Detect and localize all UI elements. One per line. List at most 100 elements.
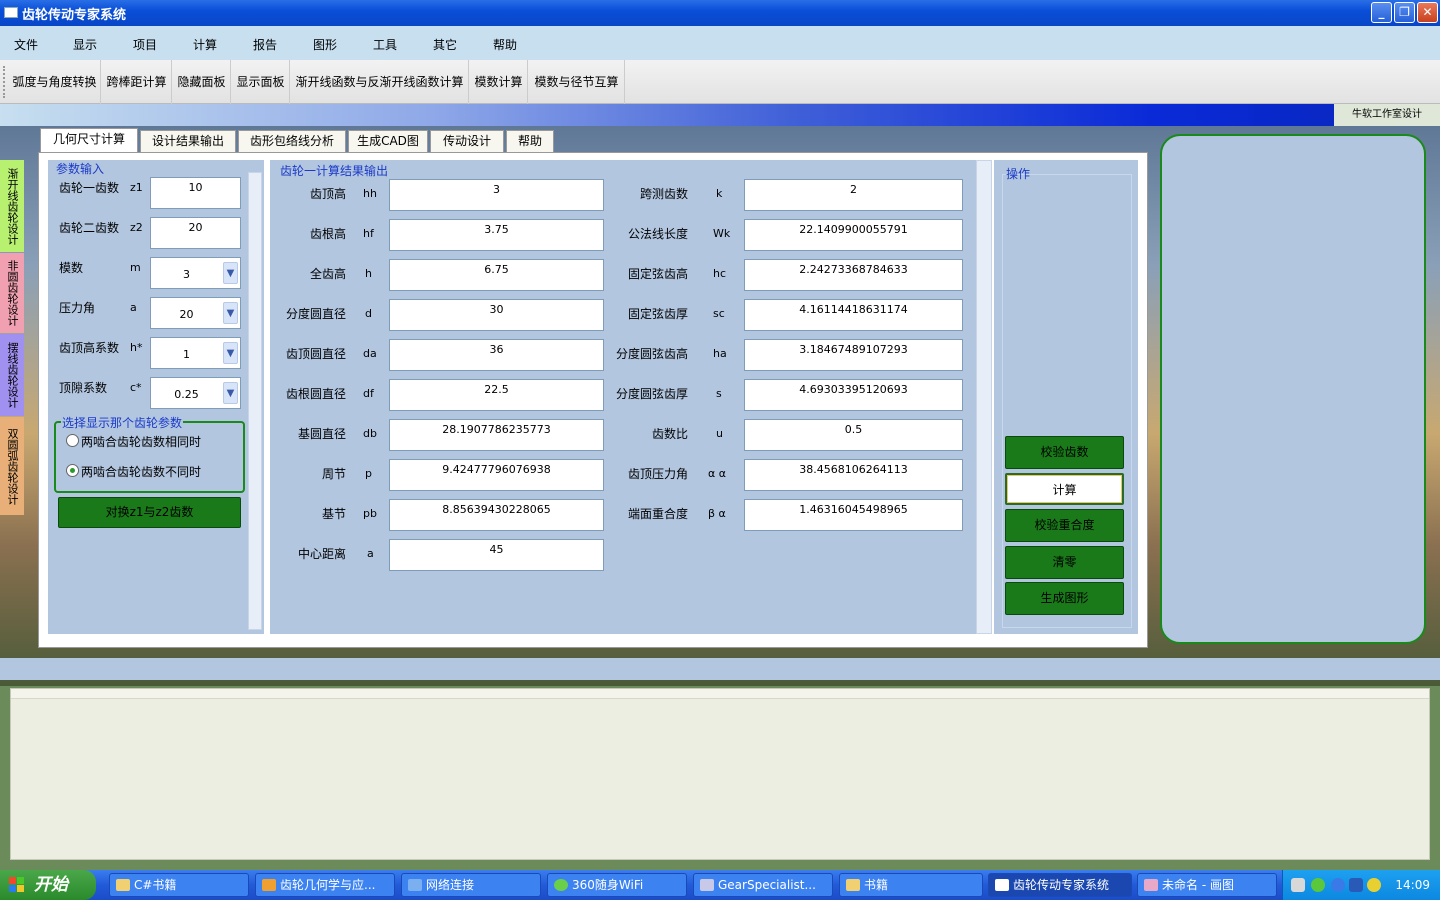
- result-base-tangent-length-field[interactable]: 22.1409900055791: [744, 219, 963, 251]
- result-pitch-diameter-field[interactable]: 30: [389, 299, 604, 331]
- browser-icon: [262, 879, 276, 891]
- result-label: 齿顶圆直径: [286, 347, 347, 361]
- check-contact-ratio-button[interactable]: 校验重合度: [1005, 509, 1124, 542]
- z2-symbol: z2: [130, 221, 143, 234]
- input-panel-scrollbar[interactable]: [248, 172, 262, 630]
- toolbar-grip[interactable]: [3, 66, 6, 98]
- menu-calculate[interactable]: 计算: [193, 36, 217, 53]
- result-tip-diameter-field[interactable]: 36: [389, 339, 604, 371]
- side-tab-cycloid[interactable]: 摆线齿轮设计: [0, 334, 24, 416]
- result-addendum-field[interactable]: 3: [389, 179, 604, 211]
- result-pitch-chordal-thickness-field[interactable]: 4.69303395120693: [744, 379, 963, 411]
- status-strip: [0, 658, 1440, 680]
- start-button[interactable]: 开始: [0, 870, 96, 900]
- module-select[interactable]: 3 ▼: [150, 257, 241, 289]
- pressure-angle-select[interactable]: 20 ▼: [150, 297, 241, 329]
- chevron-down-icon[interactable]: ▼: [223, 342, 238, 364]
- app-icon: [700, 879, 714, 891]
- menu-project[interactable]: 项目: [133, 36, 157, 53]
- chevron-down-icon[interactable]: ▼: [223, 302, 238, 324]
- addendum-coef-select[interactable]: 1 ▼: [150, 337, 241, 369]
- side-tab-noncircular[interactable]: 非圆齿轮设计: [0, 253, 24, 333]
- result-base-diameter-field[interactable]: 28.1907786235773: [389, 419, 604, 451]
- menu-view[interactable]: 显示: [73, 36, 97, 53]
- menu-report[interactable]: 报告: [253, 36, 277, 53]
- clearance-coef-label: 顶隙系数: [59, 381, 108, 395]
- result-circular-pitch-field[interactable]: 9.42477796076938: [389, 459, 604, 491]
- result-gear-ratio-field[interactable]: 0.5: [744, 419, 963, 451]
- network-tray-icon[interactable]: [1349, 878, 1363, 892]
- result-tip-pressure-angle-field[interactable]: 38.4568106264113: [744, 459, 963, 491]
- clearance-coef-select[interactable]: 0.25 ▼: [150, 377, 241, 409]
- clear-button[interactable]: 清零: [1005, 546, 1124, 579]
- side-tab-involute[interactable]: 渐开线齿轮设计: [0, 160, 24, 252]
- gear-display-radio-group: [54, 421, 245, 493]
- window-title: 齿轮传动专家系统: [22, 8, 127, 23]
- toolbar-radian-degree-button[interactable]: 弧度与角度转换: [9, 60, 101, 104]
- minimize-button[interactable]: _: [1371, 2, 1392, 23]
- radio-different-teeth[interactable]: [66, 464, 79, 477]
- result-dedendum-field[interactable]: 3.75: [389, 219, 604, 251]
- task-csharp-books[interactable]: C#书籍: [109, 873, 249, 897]
- tab-help[interactable]: 帮助: [506, 130, 554, 152]
- swap-z1-z2-button[interactable]: 对换z1与z2齿数: [58, 497, 241, 528]
- module-symbol: m: [130, 261, 141, 274]
- menu-file[interactable]: 文件: [14, 36, 38, 53]
- result-center-distance-field[interactable]: 45: [389, 539, 604, 571]
- toolbar-module-calc-button[interactable]: 模数计算: [470, 60, 528, 104]
- z1-input[interactable]: 10: [150, 177, 241, 209]
- paint-icon: [1144, 879, 1158, 891]
- result-root-diameter-field[interactable]: 22.5: [389, 379, 604, 411]
- task-360-wifi[interactable]: 360随身WiFi: [547, 873, 687, 897]
- menu-graphics[interactable]: 图形: [313, 36, 337, 53]
- task-gear-geometry[interactable]: 齿轮几何学与应...: [255, 873, 395, 897]
- task-label: 未命名 - 画图: [1162, 878, 1234, 892]
- menu-other[interactable]: 其它: [433, 36, 457, 53]
- result-contact-ratio-field[interactable]: 1.46316045498965: [744, 499, 963, 531]
- radio-same-teeth-label[interactable]: 两啮合齿轮齿数相同时: [81, 433, 201, 450]
- radio-same-teeth[interactable]: [66, 434, 79, 447]
- network-icon: [408, 879, 422, 891]
- task-gear-expert-system[interactable]: 齿轮传动专家系统: [988, 873, 1132, 897]
- toolbar-show-panel-button[interactable]: 显示面板: [232, 60, 290, 104]
- menu-bar: 文件 显示 项目 计算 报告 图形 工具 其它 帮助: [0, 26, 1440, 60]
- tab-cad-drawing[interactable]: 生成CAD图: [348, 130, 428, 152]
- tab-design-output[interactable]: 设计结果输出: [140, 130, 236, 152]
- arrow-left-icon[interactable]: [1331, 878, 1345, 892]
- result-chordal-thickness-field[interactable]: 4.16114418631174: [744, 299, 963, 331]
- radio-different-teeth-label[interactable]: 两啮合齿轮齿数不同时: [81, 463, 201, 480]
- tab-envelope-analysis[interactable]: 齿形包络线分析: [238, 130, 346, 152]
- tab-geometry[interactable]: 几何尺寸计算: [40, 128, 138, 153]
- toolbar-span-measure-button[interactable]: 跨棒距计算: [102, 60, 172, 104]
- task-books[interactable]: 书籍: [839, 873, 983, 897]
- z2-input[interactable]: 20: [150, 217, 241, 249]
- result-base-pitch-field[interactable]: 8.85639430228065: [389, 499, 604, 531]
- result-chordal-height-field[interactable]: 2.24273368784633: [744, 259, 963, 291]
- task-network[interactable]: 网络连接: [401, 873, 541, 897]
- toolbar-hide-panel-button[interactable]: 隐藏面板: [173, 60, 231, 104]
- result-span-teeth-field[interactable]: 2: [744, 179, 963, 211]
- close-button[interactable]: ✕: [1417, 2, 1438, 23]
- tab-transmission-design[interactable]: 传动设计: [430, 130, 504, 152]
- check-teeth-button[interactable]: 校验齿数: [1005, 436, 1124, 469]
- keyboard-icon[interactable]: [1291, 878, 1305, 892]
- side-tab-double-arc[interactable]: 双圆弧齿轮设计: [0, 417, 24, 515]
- wifi-icon[interactable]: [1311, 878, 1325, 892]
- chevron-down-icon[interactable]: ▼: [223, 262, 238, 284]
- result-symbol: α α: [708, 467, 726, 480]
- menu-help[interactable]: 帮助: [493, 36, 517, 53]
- menu-tools[interactable]: 工具: [373, 36, 397, 53]
- results-scrollbar[interactable]: [976, 160, 992, 634]
- chevron-down-icon[interactable]: ▼: [223, 382, 238, 404]
- result-whole-depth-field[interactable]: 6.75: [389, 259, 604, 291]
- task-paint[interactable]: 未命名 - 画图: [1137, 873, 1277, 897]
- generate-graphic-button[interactable]: 生成图形: [1005, 582, 1124, 615]
- toolbar-involute-function-button[interactable]: 渐开线函数与反渐开线函数计算: [291, 60, 469, 104]
- toolbar-module-pitch-button[interactable]: 模数与径节互算: [529, 60, 625, 104]
- studio-label: 牛软工作室设计: [1334, 104, 1440, 126]
- restore-button[interactable]: ❐: [1394, 2, 1415, 23]
- task-gear-specialist[interactable]: GearSpecialist...: [693, 873, 833, 897]
- calculate-button[interactable]: 计算: [1005, 473, 1124, 505]
- result-pitch-chordal-height-field[interactable]: 3.18467489107293: [744, 339, 963, 371]
- plus-icon[interactable]: [1367, 878, 1381, 892]
